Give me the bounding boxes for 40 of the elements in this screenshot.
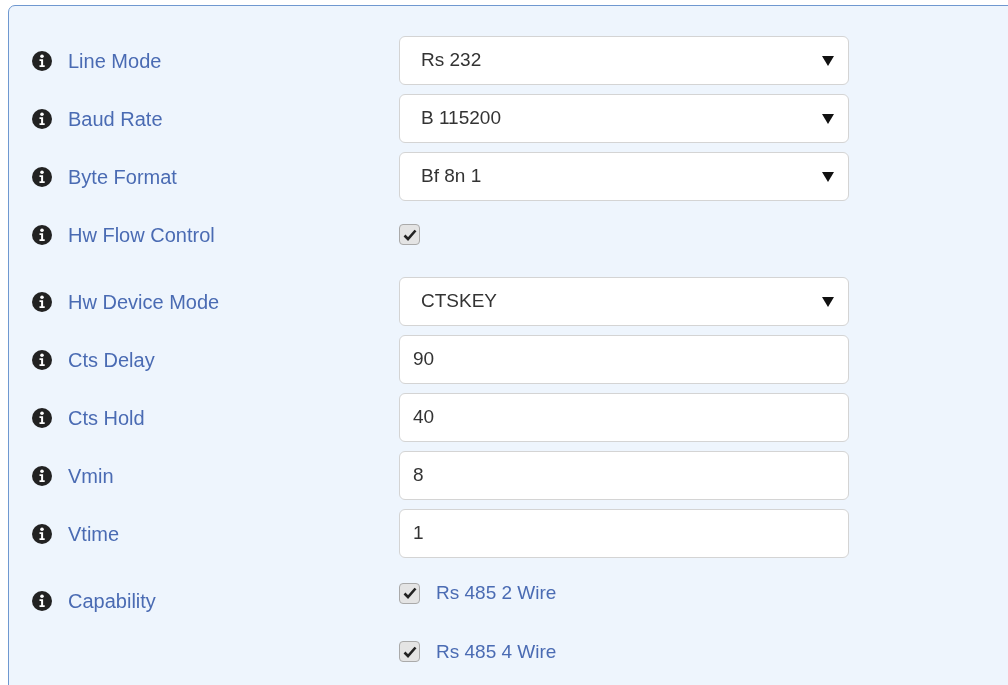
check-icon: [402, 645, 417, 658]
checkbox[interactable]: [399, 641, 420, 663]
info-icon: [31, 589, 53, 612]
info-icon: [31, 348, 53, 371]
checkbox[interactable]: [399, 224, 420, 245]
field-label: Vtime: [68, 521, 120, 547]
info-icon: [31, 464, 53, 487]
info-icon: [31, 290, 53, 313]
dropdown-select[interactable]: CTSKEY: [399, 277, 849, 326]
dropdown-select[interactable]: Rs 232: [399, 36, 849, 85]
input-field[interactable]: 1: [399, 509, 849, 558]
info-icon: [31, 522, 53, 545]
caret-down-icon: [822, 113, 834, 124]
checkbox[interactable]: [399, 582, 420, 604]
input-field[interactable]: 8: [399, 451, 849, 500]
caret-down-icon: [822, 171, 834, 182]
input-field[interactable]: 40: [399, 393, 849, 442]
field-label: Cts Hold: [68, 405, 145, 431]
check-icon: [402, 228, 417, 241]
check-icon: [402, 587, 417, 600]
info-icon: [31, 107, 53, 130]
info-icon: [31, 406, 53, 429]
field-label: Capability: [68, 588, 156, 614]
info-icon: [31, 49, 53, 72]
dropdown-select[interactable]: B 115200: [399, 94, 849, 143]
field-label: Byte Format: [68, 164, 177, 190]
field-label: Cts Delay: [68, 347, 155, 373]
option-label: Rs 485 2 Wire: [436, 581, 557, 605]
field-label: Line Mode: [68, 48, 162, 74]
option-label: Rs 485 4 Wire: [436, 639, 557, 664]
caret-down-icon: [822, 55, 834, 66]
field-label: Hw Flow Control: [68, 222, 215, 248]
caret-down-icon: [822, 296, 834, 307]
info-icon: [31, 165, 53, 188]
field-label: Vmin: [68, 463, 114, 489]
input-field[interactable]: 90: [399, 335, 849, 384]
info-icon: [31, 223, 53, 246]
field-label: Baud Rate: [68, 106, 163, 132]
dropdown-select[interactable]: Bf 8n 1: [399, 152, 849, 201]
field-label: Hw Device Mode: [68, 289, 220, 315]
